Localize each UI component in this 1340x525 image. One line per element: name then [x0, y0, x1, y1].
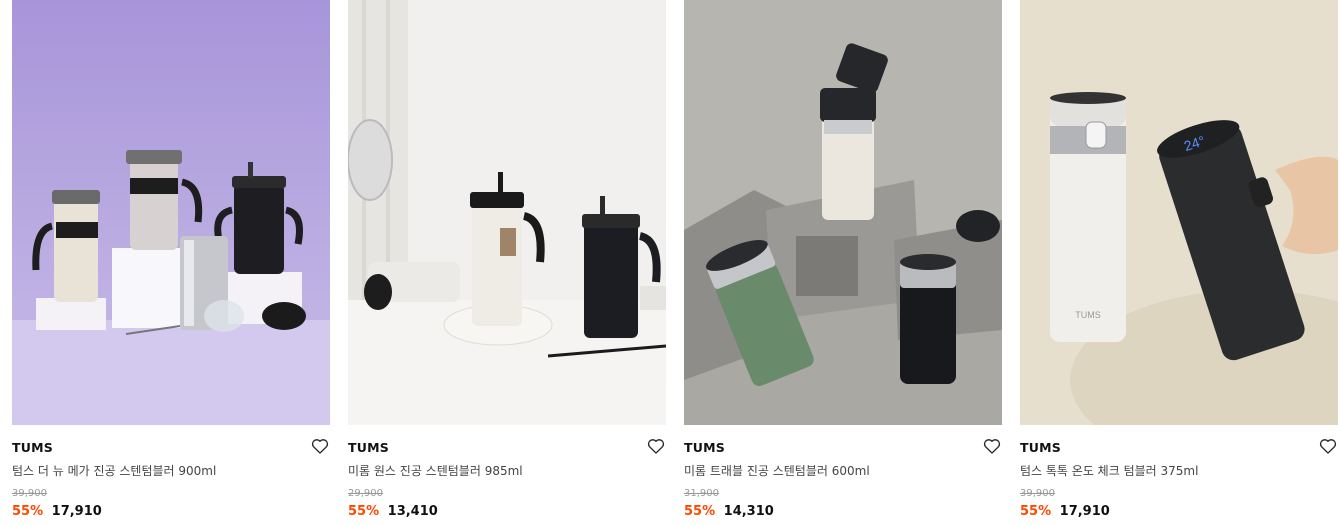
sale-price: 17,910 [51, 504, 102, 519]
product-name[interactable]: 텀스 더 뉴 메가 진공 스텐텀블러 900ml [12, 462, 216, 479]
sale-price: 17,910 [1059, 504, 1110, 519]
product-grid: TUMS 텀스 더 뉴 메가 진공 스텐텀블러 900ml 39,900 55%… [0, 0, 1340, 525]
product-name[interactable]: 미롬 트래블 진공 스텐텀블러 600ml [684, 462, 870, 479]
product-image[interactable] [348, 0, 666, 425]
product-card[interactable]: TUMS 미롬 원스 진공 스텐텀블러 985ml 29,900 55% 13,… [348, 0, 666, 525]
original-price: 29,900 [348, 488, 383, 499]
heart-outline-icon[interactable] [310, 436, 330, 456]
heart-outline-icon[interactable] [646, 436, 666, 456]
discount-rate: 55% [684, 504, 716, 519]
discount-rate: 55% [1020, 504, 1052, 519]
product-image[interactable]: TUMS 24° [1020, 0, 1338, 425]
product-name[interactable]: 텀스 톡톡 온도 체크 텀블러 375ml [1020, 462, 1198, 479]
product-brand[interactable]: TUMS [1020, 440, 1061, 455]
product-card[interactable]: TUMS 텀스 더 뉴 메가 진공 스텐텀블러 900ml 39,900 55%… [12, 0, 330, 525]
discount-rate: 55% [12, 504, 44, 519]
product-brand[interactable]: TUMS [348, 440, 389, 455]
discount-rate: 55% [348, 504, 380, 519]
price-row: 55% 17,910 [1020, 504, 1110, 519]
product-name[interactable]: 미롬 원스 진공 스텐텀블러 985ml [348, 462, 523, 479]
svg-text:TUMS: TUMS [1075, 310, 1101, 320]
price-row: 55% 14,310 [684, 504, 774, 519]
original-price: 31,900 [684, 488, 719, 499]
heart-outline-icon[interactable] [1318, 436, 1338, 456]
price-row: 55% 13,410 [348, 504, 438, 519]
sale-price: 14,310 [723, 504, 774, 519]
original-price: 39,900 [12, 488, 47, 499]
product-card[interactable]: TUMS 미롬 트래블 진공 스텐텀블러 600ml 31,900 55% 14… [684, 0, 1002, 525]
product-card[interactable]: TUMS 24° TUMS 텀스 톡톡 온도 체크 텀블러 375ml 39,9… [1020, 0, 1338, 525]
heart-outline-icon[interactable] [982, 436, 1002, 456]
product-brand[interactable]: TUMS [684, 440, 725, 455]
price-row: 55% 17,910 [12, 504, 102, 519]
product-image[interactable] [684, 0, 1002, 425]
product-brand[interactable]: TUMS [12, 440, 53, 455]
sale-price: 13,410 [387, 504, 438, 519]
product-image[interactable] [12, 0, 330, 425]
original-price: 39,900 [1020, 488, 1055, 499]
